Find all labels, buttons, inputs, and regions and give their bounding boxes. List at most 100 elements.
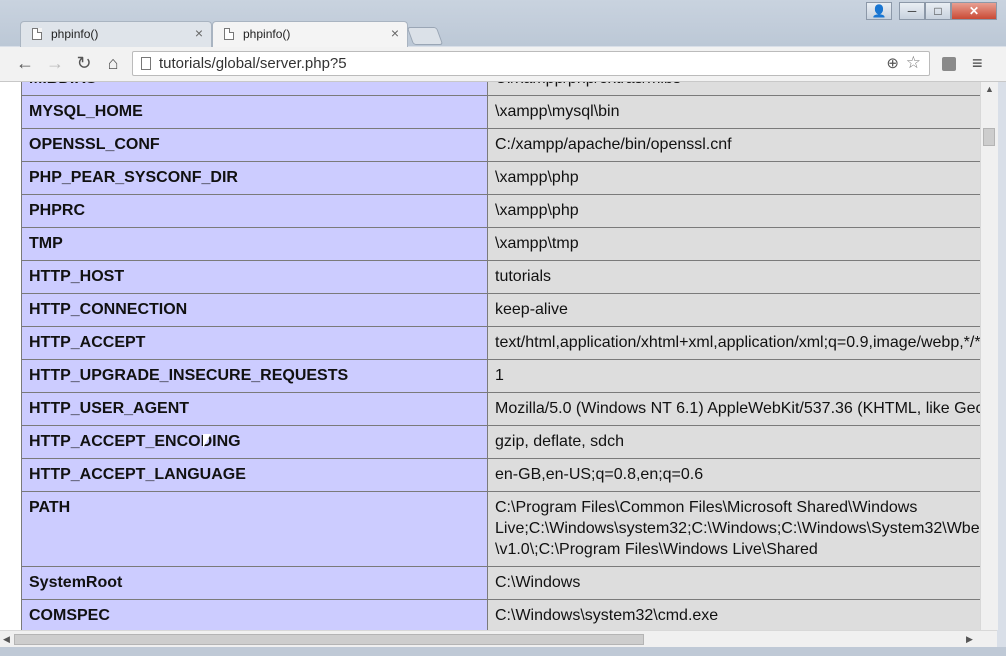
extension-icon[interactable] (942, 57, 956, 71)
value-line: en-GB,en-US;q=0.8,en;q=0.6 (495, 466, 704, 483)
variable-name: HTTP_UPGRADE_INSECURE_REQUESTS (21, 359, 488, 393)
table-row: SystemRoot C:\Windows (21, 566, 980, 600)
vertical-scrollbar[interactable]: ▲ (980, 82, 998, 630)
browser-toolbar: ← → ↻ ⌂ tutorials/global/server.php?5 ⊕ … (0, 47, 1006, 82)
variable-name: HTTP_USER_AGENT (21, 392, 488, 426)
variable-name: PHP_PEAR_SYSCONF_DIR (21, 161, 488, 195)
window-titlebar: phpinfo() × phpinfo() × 👤 ─ □ ✕ (0, 0, 1006, 47)
address-url: tutorials/global/server.php?5 (159, 55, 347, 72)
window-bottom-border (0, 647, 1006, 656)
tab-label: phpinfo() (243, 27, 291, 41)
variable-value: C:\Windows\system32\cmd.exe (487, 599, 980, 630)
table-row: HTTP_CONNECTION keep-alive (21, 293, 980, 327)
value-line: tutorials (495, 268, 552, 285)
new-tab-button[interactable] (406, 27, 444, 45)
table-row: PHPRC \xampp\php (21, 194, 980, 228)
variable-name: COMSPEC (21, 599, 488, 630)
menu-icon[interactable]: ≡ (972, 53, 983, 74)
variable-name: HTTP_ACCEPT_ENCODING (21, 425, 488, 459)
value-line: \xampp\php (495, 169, 579, 186)
variable-name: HTTP_ACCEPT_LANGUAGE (21, 458, 488, 492)
value-line: text/html,application/xhtml+xml,applicat… (495, 334, 980, 351)
address-bar[interactable]: tutorials/global/server.php?5 ⊕ ☆ (132, 51, 930, 76)
variable-name: HTTP_ACCEPT (21, 326, 488, 360)
horizontal-scroll-thumb[interactable] (14, 634, 644, 645)
tab-phpinfo-1[interactable]: phpinfo() × (20, 21, 212, 47)
variable-value: tutorials (487, 260, 980, 294)
mouse-cursor-icon (202, 433, 212, 449)
value-line: Mozilla/5.0 (Windows NT 6.1) AppleWebKit… (495, 400, 980, 417)
variable-value: C:/xampp/apache/bin/openssl.cnf (487, 128, 980, 162)
page-content: MIBDIRS C:/xampp/php/extras/mibs MYSQL_HOM… (0, 82, 980, 630)
variable-value: C:\Program Files\Common Files\Microsoft … (487, 491, 980, 567)
value-line: \xampp\tmp (495, 235, 579, 252)
table-row: MYSQL_HOME \xampp\mysql\bin (21, 95, 980, 129)
value-line: C:/xampp/php/extras/mibs (495, 82, 980, 89)
table-row: MIBDIRS C:/xampp/php/extras/mibs (21, 82, 980, 96)
variable-name: SystemRoot (21, 566, 488, 600)
tab-label: phpinfo() (51, 27, 99, 41)
table-row: TMP \xampp\tmp (21, 227, 980, 261)
variable-value: 1 (487, 359, 980, 393)
variable-value: \xampp\php (487, 194, 980, 228)
maximize-button[interactable]: □ (925, 2, 951, 20)
value-line: keep-alive (495, 301, 568, 318)
table-row: PATH C:\Program Files\Common Files\Micros… (21, 491, 980, 567)
value-line: Live;C:\Windows\system32;C:\Windows;C:\W… (495, 520, 980, 537)
variable-name: HTTP_HOST (21, 260, 488, 294)
server-variables-table: MIBDIRS C:/xampp/php/extras/mibs MYSQL_HOM… (21, 82, 980, 630)
table-row: HTTP_ACCEPT_LANGUAGE en-GB,en-US;q=0.8,en… (21, 458, 980, 492)
value-line: C:\Windows (495, 574, 581, 591)
user-button[interactable]: 👤 (866, 2, 892, 20)
value-line: \xampp\php (495, 202, 579, 219)
variable-name: TMP (21, 227, 488, 261)
tab-close-icon[interactable]: × (391, 25, 399, 41)
table-row: HTTP_HOST tutorials (21, 260, 980, 294)
value-line: C:\Windows\system32\cmd.exe (495, 607, 719, 624)
variable-name: OPENSSL_CONF (21, 128, 488, 162)
table-row: HTTP_ACCEPT_ENCODING gzip, deflate, sdch (21, 425, 980, 459)
scroll-up-arrow-icon[interactable]: ▲ (985, 84, 994, 94)
variable-value: en-GB,en-US;q=0.8,en;q=0.6 (487, 458, 980, 492)
variable-value: text/html,application/xhtml+xml,applicat… (487, 326, 980, 360)
minimize-button[interactable]: ─ (899, 2, 925, 20)
table-row: HTTP_USER_AGENT Mozilla/5.0 (Windows NT 6… (21, 392, 980, 426)
variable-value: C:/xampp/php/extras/mibs (487, 82, 980, 96)
variable-value: \xampp\tmp (487, 227, 980, 261)
zoom-icon[interactable]: ⊕ (886, 54, 899, 72)
back-button[interactable]: ← (14, 52, 36, 74)
value-line: gzip, deflate, sdch (495, 433, 624, 450)
close-window-button[interactable]: ✕ (951, 2, 997, 20)
document-icon (32, 28, 42, 40)
variable-name: MYSQL_HOME (21, 95, 488, 129)
variable-value: Mozilla/5.0 (Windows NT 6.1) AppleWebKit… (487, 392, 980, 426)
value-line: C:/xampp/apache/bin/openssl.cnf (495, 136, 732, 153)
variable-value: \xampp\php (487, 161, 980, 195)
table-row: COMSPEC C:\Windows\system32\cmd.exe (21, 599, 980, 630)
document-icon (224, 28, 234, 40)
reload-button[interactable]: ↻ (73, 52, 95, 74)
variable-name: HTTP_CONNECTION (21, 293, 488, 327)
tab-close-icon[interactable]: × (195, 25, 203, 41)
scroll-right-arrow-icon[interactable]: ▶ (966, 634, 973, 645)
table-row: OPENSSL_CONF C:/xampp/apache/bin/openssl.… (21, 128, 980, 162)
table-row: PHP_PEAR_SYSCONF_DIR \xampp\php (21, 161, 980, 195)
value-line: C:\Program Files\Common Files\Microsoft … (495, 499, 918, 516)
page-icon (141, 57, 151, 70)
scroll-left-arrow-icon[interactable]: ◀ (3, 634, 10, 645)
variable-name: PHPRC (21, 194, 488, 228)
value-line: \v1.0\;C:\Program Files\Windows Live\Sha… (495, 541, 818, 558)
table-row: HTTP_UPGRADE_INSECURE_REQUESTS 1 (21, 359, 980, 393)
value-line: 1 (495, 367, 504, 384)
home-button[interactable]: ⌂ (102, 52, 124, 74)
variable-value: \xampp\mysql\bin (487, 95, 980, 129)
variable-name: PATH (21, 491, 488, 567)
horizontal-scrollbar[interactable]: ◀ ▶ (0, 630, 997, 648)
variable-name: MIBDIRS (21, 82, 488, 96)
variable-value: gzip, deflate, sdch (487, 425, 980, 459)
tab-phpinfo-2[interactable]: phpinfo() × (212, 21, 408, 47)
value-line: \xampp\mysql\bin (495, 103, 620, 120)
vertical-scroll-thumb[interactable] (983, 128, 995, 146)
forward-button[interactable]: → (44, 52, 66, 74)
bookmark-star-icon[interactable]: ☆ (906, 53, 921, 73)
